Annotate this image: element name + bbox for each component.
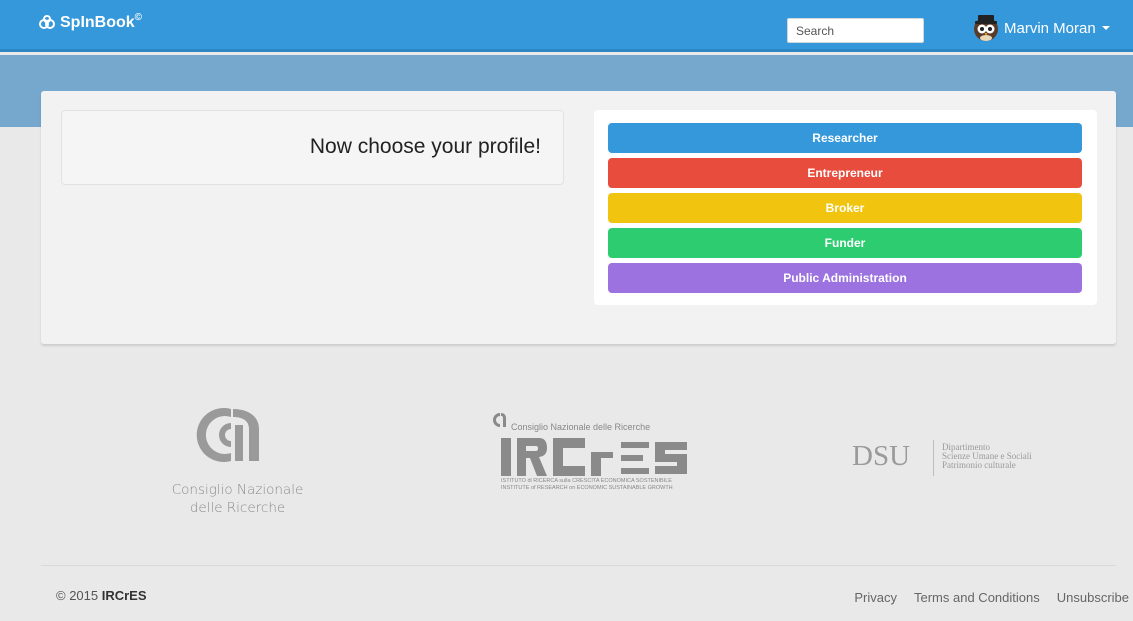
ircres-logo-subtitle-1: ISTITUTO di RICERCA sulla CRESCITA ECONO… bbox=[501, 478, 672, 484]
privacy-link[interactable]: Privacy bbox=[854, 590, 897, 605]
broker-button[interactable]: Broker bbox=[608, 193, 1082, 223]
copyright-prefix: © 2015 bbox=[56, 588, 102, 603]
dsu-logo-divider bbox=[933, 440, 934, 476]
brand-mark: © bbox=[134, 11, 143, 23]
unsubscribe-link[interactable]: Unsubscribe bbox=[1057, 590, 1129, 605]
search-input[interactable] bbox=[787, 18, 924, 43]
brand-link[interactable]: SpInBook © bbox=[38, 12, 142, 34]
dsu-logo-text: DSU bbox=[852, 440, 911, 472]
copyright-org[interactable]: IRCrES bbox=[102, 588, 147, 603]
user-menu[interactable]: Marvin Moran bbox=[972, 14, 1110, 42]
user-name: Marvin Moran bbox=[1004, 19, 1096, 37]
cnr-logo-text-line1: Consiglio Nazionale bbox=[171, 482, 304, 498]
chevron-down-icon bbox=[1101, 26, 1110, 30]
cnr-logo-text-line2: delle Ricerche bbox=[189, 500, 286, 516]
footer-divider bbox=[41, 565, 1116, 566]
ircres-logo-subtitle-2: INSTITUTE of RESEARCH on ECONOMIC SUSTAI… bbox=[501, 485, 673, 491]
entrepreneur-button[interactable]: Entrepreneur bbox=[608, 158, 1082, 188]
heading-card: Now choose your profile! bbox=[61, 110, 564, 185]
brand-name: SpInBook bbox=[60, 14, 135, 31]
funder-button[interactable]: Funder bbox=[608, 228, 1082, 258]
ircres-cnr-mark bbox=[493, 413, 506, 427]
owl-avatar bbox=[974, 15, 998, 41]
terms-link[interactable]: Terms and Conditions bbox=[914, 590, 1040, 605]
footer-links: Privacy Terms and Conditions Unsubscribe bbox=[854, 590, 1129, 605]
copyright: © 2015 IRCrES bbox=[56, 588, 147, 603]
researcher-button[interactable]: Researcher bbox=[608, 123, 1082, 153]
top-navbar: SpInBook© Marvin Moran bbox=[0, 0, 1133, 52]
ircres-logo-top-text: Consiglio Nazionale delle Ricerche bbox=[511, 422, 651, 432]
page-title: Now choose your profile! bbox=[309, 135, 541, 158]
link-icon bbox=[39, 15, 55, 29]
ircres-wordmark bbox=[501, 438, 687, 476]
cnr-logo bbox=[196, 408, 259, 462]
dsu-logo-line3: Patrimonio culturale bbox=[942, 460, 1016, 470]
public-administration-button[interactable]: Public Administration bbox=[608, 263, 1082, 293]
